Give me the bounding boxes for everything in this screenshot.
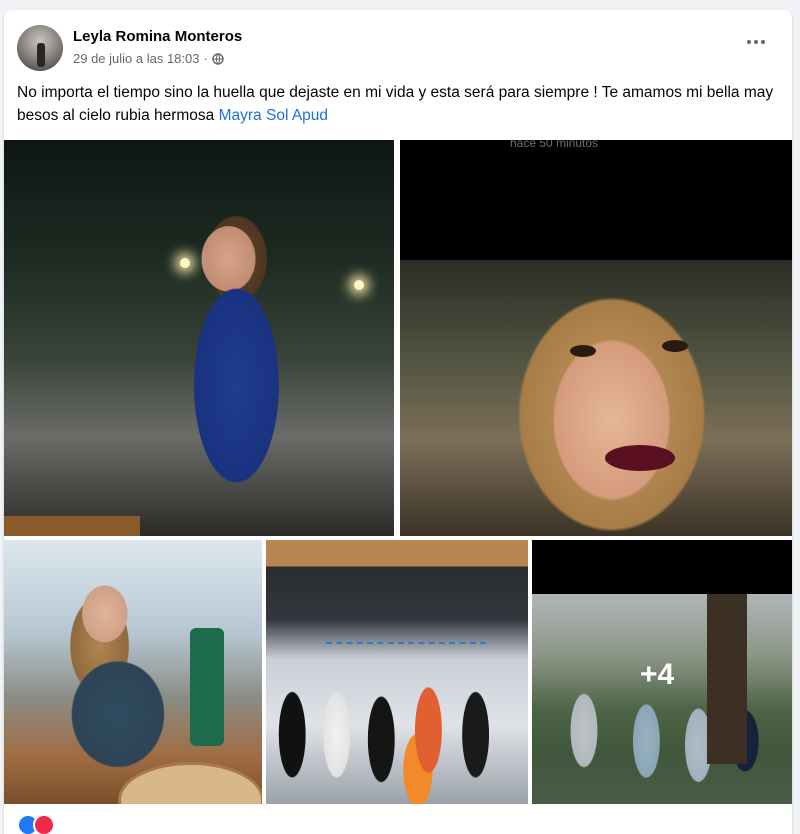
mention-link[interactable]: Mayra Sol Apud — [219, 107, 328, 124]
facebook-post: Leyla Romina Monteros 29 de julio a las … — [4, 10, 792, 834]
post-caption: No importa el tiempo sino la huella que … — [17, 81, 777, 127]
author-avatar[interactable] — [17, 25, 63, 71]
post-date[interactable]: 29 de julio a las 18:03 — [73, 51, 199, 66]
photo-2[interactable]: hace 50 minutos — [400, 140, 792, 536]
caption-text: No importa el tiempo sino la huella que … — [17, 84, 774, 124]
post-meta: 29 de julio a las 18:03 · — [73, 51, 224, 66]
photo-5-more[interactable]: +4 — [532, 540, 792, 804]
globe-icon — [212, 52, 224, 65]
more-options-icon[interactable] — [742, 32, 770, 52]
screenshot-text: hace 50 minutos — [510, 140, 599, 150]
photo-4[interactable] — [266, 540, 528, 804]
meta-separator: · — [203, 51, 208, 66]
love-reaction-icon — [33, 814, 55, 834]
author-name[interactable]: Leyla Romina Monteros — [73, 28, 242, 45]
more-photos-count[interactable]: +4 — [640, 658, 674, 692]
photo-3[interactable] — [4, 540, 262, 804]
reaction-icons[interactable] — [17, 814, 55, 834]
photo-1[interactable] — [4, 140, 394, 536]
